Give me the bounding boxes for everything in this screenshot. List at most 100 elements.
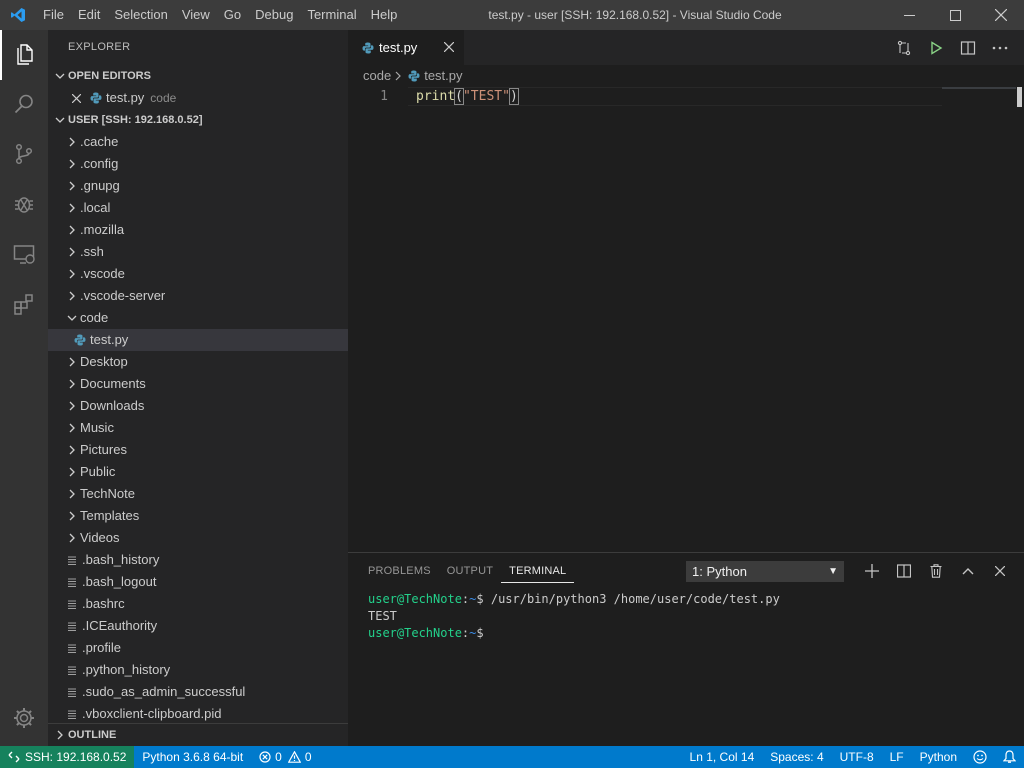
- folder-item[interactable]: TechNote: [48, 483, 348, 505]
- menu-selection[interactable]: Selection: [107, 0, 174, 30]
- source-control-icon: [12, 142, 36, 169]
- folder-item[interactable]: .cache: [48, 131, 348, 153]
- minimize-button[interactable]: [886, 0, 932, 30]
- feedback-icon[interactable]: [965, 746, 995, 768]
- folder-item[interactable]: Desktop: [48, 351, 348, 373]
- tab-terminal[interactable]: TERMINAL: [501, 559, 575, 583]
- file-item[interactable]: .ICEauthority: [48, 615, 348, 637]
- terminal-select[interactable]: 1: Python ▼: [686, 561, 844, 582]
- breadcrumb-file[interactable]: test.py: [424, 65, 462, 87]
- bell-icon[interactable]: [995, 746, 1024, 768]
- file-item-selected[interactable]: test.py: [48, 329, 348, 351]
- file-item[interactable]: .vboxclient-clipboard.pid: [48, 703, 348, 725]
- open-changes-icon[interactable]: [888, 30, 920, 65]
- tree-item-label: .sudo_as_admin_successful: [82, 684, 246, 699]
- search-activity[interactable]: [0, 80, 48, 130]
- folder-item[interactable]: Public: [48, 461, 348, 483]
- breadcrumb-folder[interactable]: code: [363, 65, 391, 87]
- file-item[interactable]: .sudo_as_admin_successful: [48, 681, 348, 703]
- cursor-position[interactable]: Ln 1, Col 14: [682, 746, 763, 768]
- activity-bar: [0, 30, 48, 746]
- file-icon: [64, 709, 80, 719]
- workspace-header[interactable]: USER [SSH: 192.168.0.52]: [48, 109, 348, 131]
- problems-indicator[interactable]: 0 0: [251, 746, 319, 768]
- chevron-right-icon: [64, 445, 80, 455]
- chevron-right-icon: [64, 467, 80, 477]
- split-editor-icon[interactable]: [952, 30, 984, 65]
- end-of-line[interactable]: LF: [882, 746, 912, 768]
- explorer-activity[interactable]: [0, 30, 48, 80]
- close-icon[interactable]: [68, 93, 84, 103]
- debug-activity[interactable]: [0, 180, 48, 230]
- folder-item[interactable]: .gnupg: [48, 175, 348, 197]
- source-control-activity[interactable]: [0, 130, 48, 180]
- folder-item[interactable]: Templates: [48, 505, 348, 527]
- tab-test-py[interactable]: test.py: [348, 30, 464, 65]
- maximize-panel-icon[interactable]: [952, 555, 984, 587]
- folder-item[interactable]: Documents: [48, 373, 348, 395]
- python-interpreter[interactable]: Python 3.6.8 64-bit: [134, 746, 251, 768]
- minimap[interactable]: [942, 87, 1016, 89]
- open-editor-item[interactable]: test.py code: [48, 87, 348, 109]
- folder-item[interactable]: .config: [48, 153, 348, 175]
- file-item[interactable]: .profile: [48, 637, 348, 659]
- open-editors-header[interactable]: OPEN EDITORS: [48, 65, 348, 87]
- maximize-button[interactable]: [932, 0, 978, 30]
- outline-label: OUTLINE: [68, 729, 117, 741]
- terminal-prompt: $: [476, 626, 484, 640]
- file-icon: [64, 643, 80, 653]
- menu-file[interactable]: File: [36, 0, 71, 30]
- folder-item[interactable]: .vscode-server: [48, 285, 348, 307]
- file-item[interactable]: .python_history: [48, 659, 348, 681]
- file-item[interactable]: .bash_history: [48, 549, 348, 571]
- indentation[interactable]: Spaces: 4: [762, 746, 831, 768]
- folder-item[interactable]: .ssh: [48, 241, 348, 263]
- new-terminal-icon[interactable]: [856, 555, 888, 587]
- manage-activity[interactable]: [0, 694, 48, 744]
- folder-item[interactable]: .vscode: [48, 263, 348, 285]
- code-editor[interactable]: 1 print("TEST"): [348, 87, 1024, 527]
- close-tab-icon[interactable]: [443, 40, 455, 55]
- folder-item[interactable]: .local: [48, 197, 348, 219]
- encoding[interactable]: UTF-8: [832, 746, 882, 768]
- folder-item[interactable]: Music: [48, 417, 348, 439]
- editor-actions: [888, 30, 1016, 65]
- menu-debug[interactable]: Debug: [248, 0, 300, 30]
- warning-count: 0: [304, 750, 312, 764]
- terminal-output[interactable]: user@TechNote:~$ /usr/bin/python3 /home/…: [348, 589, 1024, 642]
- menu-go[interactable]: Go: [217, 0, 248, 30]
- file-tree: .cache .config .gnupg .local .mozilla .ssh .vs…: [48, 131, 348, 725]
- run-file-icon[interactable]: [920, 30, 952, 65]
- chevron-right-icon: [64, 181, 80, 191]
- file-item[interactable]: .bash_logout: [48, 571, 348, 593]
- terminal-user: user@TechNote: [368, 626, 462, 640]
- editor-scrollbar[interactable]: [1017, 87, 1022, 107]
- trash-icon[interactable]: [920, 555, 952, 587]
- close-panel-icon[interactable]: [984, 555, 1016, 587]
- remote-indicator[interactable]: SSH: 192.168.0.52: [0, 746, 135, 768]
- terminal-line: user@TechNote:~$ /usr/bin/python3 /home/…: [368, 591, 1024, 608]
- folder-item-expanded[interactable]: code: [48, 307, 348, 329]
- tab-output[interactable]: OUTPUT: [439, 553, 501, 589]
- more-actions-icon[interactable]: [984, 30, 1016, 65]
- extensions-activity[interactable]: [0, 280, 48, 330]
- close-window-button[interactable]: [978, 0, 1024, 30]
- dropdown-arrow-icon: ▼: [828, 566, 838, 577]
- language-mode[interactable]: Python: [912, 746, 965, 768]
- outline-header[interactable]: OUTLINE: [48, 724, 348, 746]
- menu-edit[interactable]: Edit: [71, 0, 107, 30]
- chevron-right-icon: [64, 533, 80, 543]
- folder-item[interactable]: Downloads: [48, 395, 348, 417]
- menu-help[interactable]: Help: [364, 0, 405, 30]
- remote-explorer-activity[interactable]: [0, 230, 48, 280]
- menu-view[interactable]: View: [175, 0, 217, 30]
- tab-problems[interactable]: PROBLEMS: [360, 553, 439, 589]
- file-item[interactable]: .bashrc: [48, 593, 348, 615]
- bottom-panel: PROBLEMS OUTPUT TERMINAL 1: Python ▼ use…: [348, 552, 1024, 746]
- split-terminal-icon[interactable]: [888, 555, 920, 587]
- file-icon: [64, 687, 80, 697]
- menu-terminal[interactable]: Terminal: [300, 0, 363, 30]
- folder-item[interactable]: Videos: [48, 527, 348, 549]
- folder-item[interactable]: Pictures: [48, 439, 348, 461]
- folder-item[interactable]: .mozilla: [48, 219, 348, 241]
